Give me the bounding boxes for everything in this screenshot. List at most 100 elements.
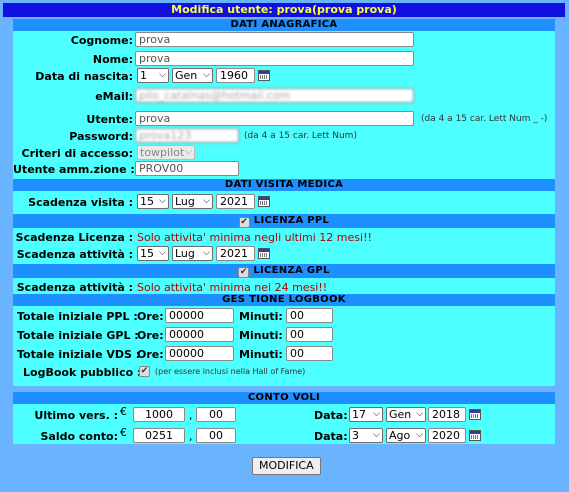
saldo-int-field[interactable]: 0251	[133, 428, 185, 443]
minuti-label: Minuti:	[239, 329, 283, 342]
ppl-day-select[interactable]: 15 ⌵	[137, 246, 169, 261]
vds-ore-field[interactable]: 00000	[165, 346, 234, 361]
chevron-down-icon: ⌵	[203, 248, 210, 258]
ppl-month-select[interactable]: Lug ⌵	[172, 246, 213, 261]
ppl-day-value: 15	[140, 247, 154, 260]
nascita-day-select[interactable]: 1 ⌵	[137, 68, 169, 83]
ultimo-day-value: 17	[352, 408, 366, 421]
chevron-down-icon: ⌵	[185, 147, 192, 157]
chevron-down-icon: ⌵	[159, 248, 166, 258]
vds-minuti-field[interactable]: 00	[286, 346, 333, 361]
nascita-label: Data di nascita:	[35, 70, 133, 83]
amm-label: Utente amm.zione :	[13, 163, 135, 176]
pubblico-label: LogBook pubblico :	[23, 366, 142, 379]
gpl-attivita-label: Scadenza attività :	[16, 281, 133, 294]
section-logbook: GES TIONE LOGBOOK	[13, 294, 555, 306]
page-title: Modifica utente: prova(prova prova)	[3, 3, 565, 17]
visita-day-value: 15	[140, 195, 154, 208]
ultimo-dec-field[interactable]: 00	[196, 407, 236, 422]
nascita-year-field[interactable]: 1960	[216, 68, 255, 83]
ppl-minuti-field[interactable]: 00	[286, 308, 333, 323]
amm-field[interactable]: PROV00	[135, 161, 239, 176]
section-anagrafica: DATI ANAGRAFICA	[13, 19, 555, 31]
ultimo-year-field[interactable]: 2018	[428, 407, 466, 422]
saldo-month-value: Ago	[389, 429, 411, 442]
ore-label: Ore:	[137, 310, 164, 323]
chevron-down-icon: ⌵	[373, 409, 380, 419]
visita-month-value: Lug	[175, 195, 195, 208]
password-label: Password:	[69, 130, 133, 143]
data-label: Data:	[314, 430, 348, 443]
minuti-label: Minuti:	[239, 310, 283, 323]
section-gpl: ✔ LICENZA GPL	[13, 264, 555, 278]
gpl-ore-field[interactable]: 00000	[165, 327, 234, 342]
ppl-checkbox[interactable]: ✔	[238, 217, 250, 228]
chevron-down-icon: ⌵	[416, 430, 423, 440]
calendar-icon[interactable]	[258, 70, 270, 81]
email-field[interactable]: pilo_catalnas@hotmail.com	[135, 88, 414, 103]
criteri-label: Criteri di accesso:	[21, 147, 133, 160]
ultimo-day-select[interactable]: 17 ⌵	[349, 407, 383, 422]
saldo-dec-field[interactable]: 00	[196, 428, 236, 443]
scadenza-visita-label: Scadenza visita :	[28, 196, 133, 209]
gpl-attivita-warning: Solo attivita' minima nei 24 mesi!!	[137, 281, 328, 294]
calendar-icon[interactable]	[258, 196, 270, 207]
section-ppl: ✔ LICENZA PPL	[13, 214, 555, 228]
nome-field[interactable]: prova	[135, 51, 414, 66]
section-ppl-label: LICENZA PPL	[253, 215, 330, 226]
chevron-down-icon: ⌵	[416, 409, 423, 419]
utente-field[interactable]: prova	[135, 111, 414, 126]
ultimo-label: Ultimo vers. :	[34, 409, 118, 422]
visita-day-select[interactable]: 15 ⌵	[137, 194, 169, 209]
saldo-day-value: 3	[352, 429, 359, 442]
decimal-separator: ,	[189, 430, 193, 443]
criteri-select[interactable]: towpilot ⌵	[137, 145, 195, 160]
criteri-value: towpilot	[140, 146, 185, 159]
chevron-down-icon: ⌵	[159, 70, 166, 80]
chevron-down-icon: ⌵	[373, 430, 380, 440]
saldo-day-select[interactable]: 3 ⌵	[349, 428, 383, 443]
saldo-month-select[interactable]: Ago ⌵	[386, 428, 426, 443]
ore-label: Ore:	[137, 329, 164, 342]
utente-label: Utente:	[86, 113, 133, 126]
minuti-label: Minuti:	[239, 348, 283, 361]
decimal-separator: ,	[189, 409, 193, 422]
saldo-label: Saldo conto:	[40, 430, 119, 443]
ppl-month-value: Lug	[175, 247, 195, 260]
chevron-down-icon: ⌵	[203, 196, 210, 206]
logbook-row-label: Totale iniziale PPL :	[17, 310, 138, 323]
calendar-icon[interactable]	[469, 409, 481, 420]
gpl-minuti-field[interactable]: 00	[286, 327, 333, 342]
pubblico-checkbox[interactable]: ✔	[139, 366, 150, 377]
cognome-label: Cognome:	[70, 34, 133, 47]
ppl-attivita-label: Scadenza attività :	[16, 248, 133, 261]
user-edit-form: Modifica utente: prova(prova prova) DATI…	[3, 3, 565, 488]
ore-label: Ore:	[137, 348, 164, 361]
saldo-year-field[interactable]: 2020	[428, 428, 466, 443]
logbook-row-label: Totale iniziale VDS :	[17, 348, 141, 361]
password-field[interactable]: prova123	[135, 128, 239, 143]
calendar-icon[interactable]	[469, 430, 481, 441]
ultimo-month-select[interactable]: Gen ⌵	[386, 407, 426, 422]
nascita-day-value: 1	[140, 69, 147, 82]
gpl-checkbox[interactable]: ✔	[238, 267, 250, 278]
visita-month-select[interactable]: Lug ⌵	[172, 194, 213, 209]
section-visita: DATI VISITA MEDICA	[13, 179, 555, 191]
visita-year-field[interactable]: 2021	[216, 194, 255, 209]
password-note: (da 4 a 15 car. Lett Num)	[244, 131, 357, 141]
ppl-ore-field[interactable]: 00000	[165, 308, 234, 323]
nome-label: Nome:	[92, 53, 133, 66]
ppl-licenza-warning: Solo attivita' minima negli ultimi 12 me…	[137, 231, 372, 244]
calendar-icon[interactable]	[258, 248, 270, 259]
ultimo-int-field[interactable]: 1000	[133, 407, 185, 422]
euro-sign: €	[120, 426, 127, 439]
utente-note: (da 4 a 15 car. Lett Num _ -)	[421, 114, 548, 124]
nascita-month-select[interactable]: Gen ⌵	[172, 68, 213, 83]
modifica-button[interactable]: MODIFICA	[252, 457, 321, 475]
scadenza-licenza-label: Scadenza Licenza :	[15, 231, 133, 244]
ppl-year-field[interactable]: 2021	[216, 246, 255, 261]
section-conto: CONTO VOLI	[13, 392, 555, 404]
cognome-field[interactable]: prova	[135, 32, 414, 47]
nascita-month-value: Gen	[175, 69, 198, 82]
logbook-row-label: Totale iniziale GPL :	[17, 329, 139, 342]
